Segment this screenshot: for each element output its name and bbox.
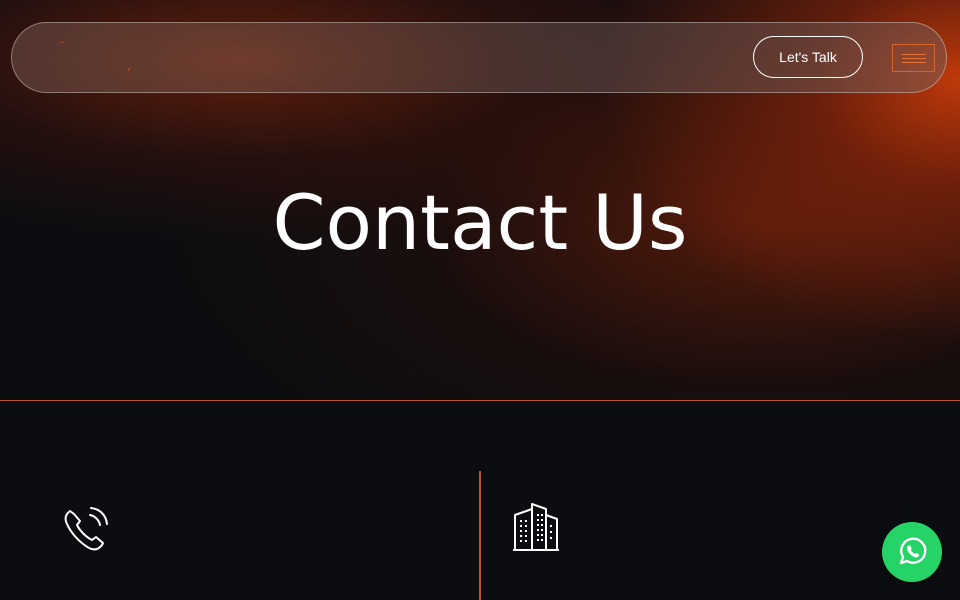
whatsapp-button[interactable] — [882, 522, 942, 582]
contact-section — [0, 401, 960, 600]
column-divider — [479, 471, 481, 600]
phone-icon — [60, 503, 112, 555]
building-icon — [510, 501, 562, 555]
hamburger-menu-icon[interactable] — [892, 44, 935, 72]
hero-section: Let's Talk Contact Us — [0, 0, 960, 400]
brand-logo[interactable] — [52, 39, 152, 79]
contact-page: Let's Talk Contact Us — [0, 0, 960, 600]
lets-talk-button[interactable]: Let's Talk — [753, 36, 863, 78]
navbar: Let's Talk — [11, 22, 947, 93]
whatsapp-icon — [899, 537, 927, 565]
page-title: Contact Us — [272, 178, 688, 267]
